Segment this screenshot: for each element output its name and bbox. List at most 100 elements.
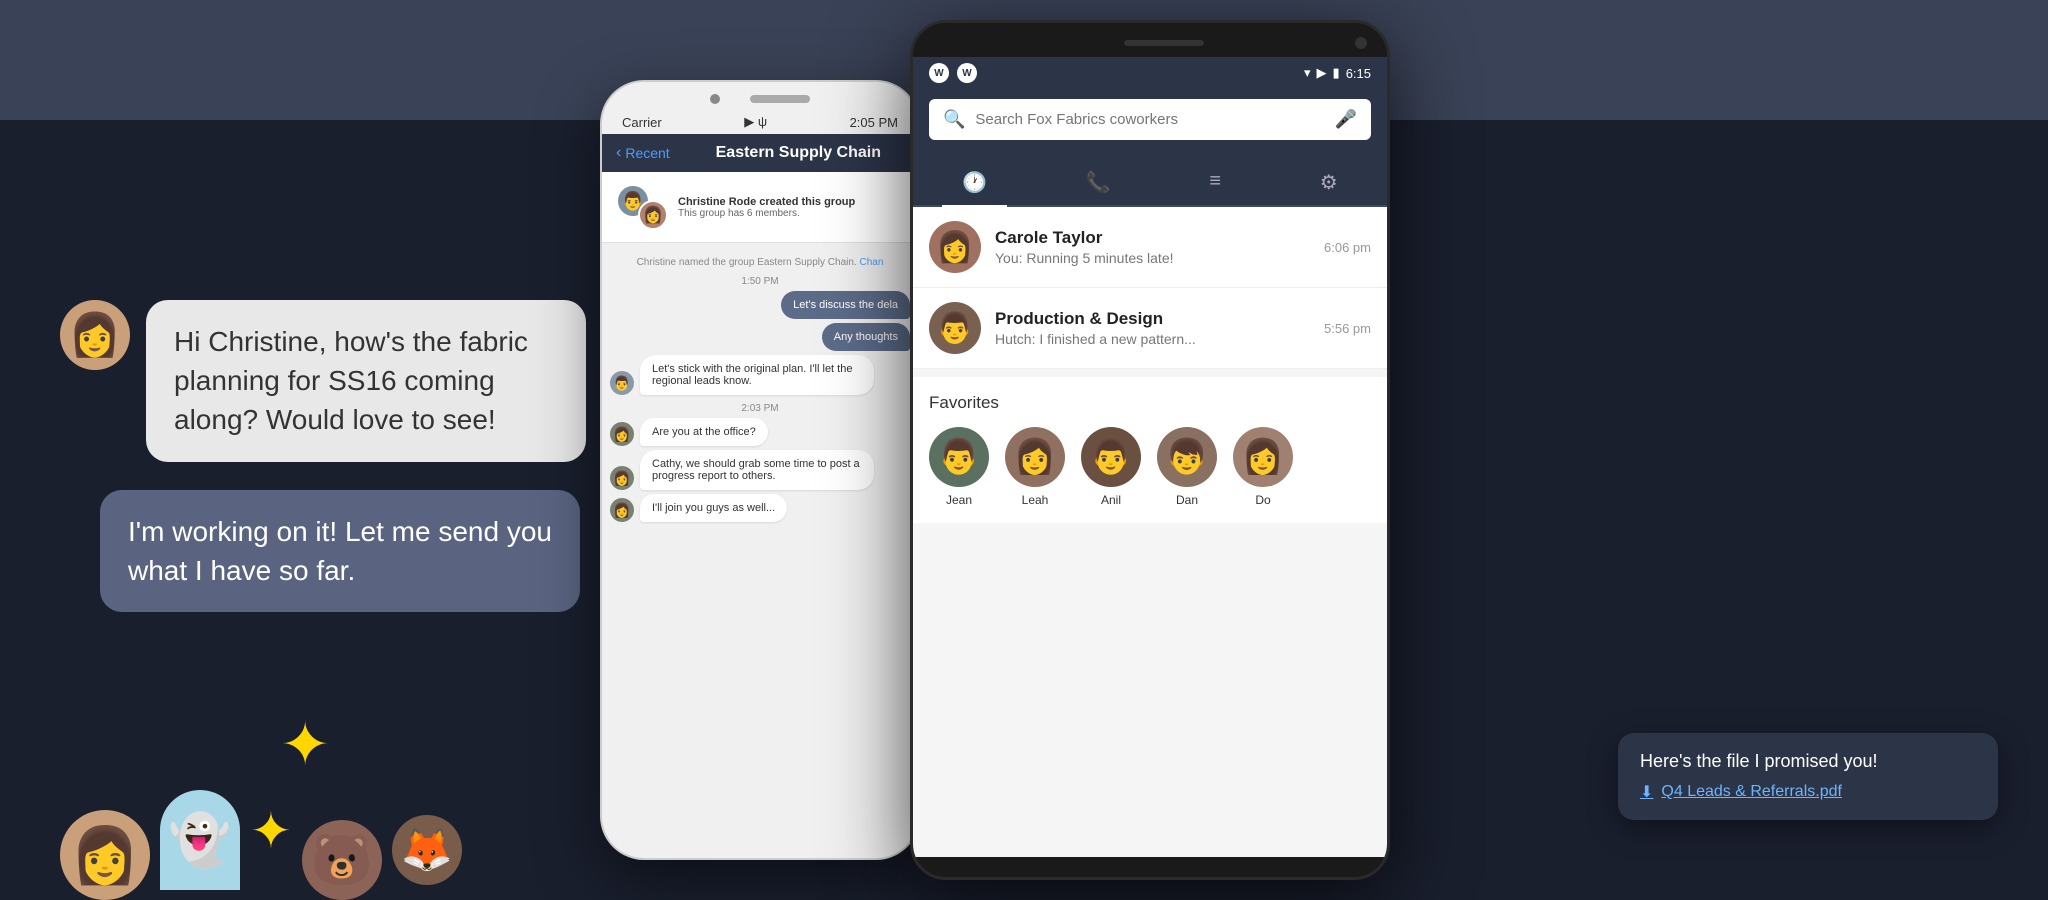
android-status-right: ▾ ▶ ▮ 6:15 [1304,65,1371,81]
search-icon: 🔍 [943,109,965,130]
conv-time-carole: 6:06 pm [1324,240,1371,255]
conversation-item-carole[interactable]: 👩 Carole Taylor You: Running 5 minutes l… [913,207,1387,288]
msg-left-3: 👩 Cathy, we should grab some time to pos… [610,450,910,490]
msg-bubble-right-1: Let's discuss the dela [781,291,910,319]
msg-left-1: 👨 Let's stick with the original plan. I'… [610,355,910,395]
fav-item-do[interactable]: 👩 Do [1233,427,1293,507]
fav-avatar-do: 👩 [1233,427,1293,487]
iphone-nav-bar: ‹ Recent Eastern Supply Chain [602,134,918,172]
android-search-section: 🔍 🎤 [913,89,1387,150]
conv-avatar-prod: 👨 [929,302,981,354]
sender-avatar-emoji: 👩 [69,311,121,360]
android-logo-2: W [957,63,977,83]
group-info: Christine Rode created this group This g… [678,196,855,219]
signal-icon: ▶ [1317,65,1327,81]
group-avatars: 👨 👩 [616,184,668,230]
character-sparkle: ✦ [250,802,292,860]
fav-name-leah: Leah [1022,493,1049,507]
android-speaker [1124,40,1204,46]
fav-item-dan[interactable]: 👦 Dan [1157,427,1217,507]
character-bear2: 🦊 [392,815,462,885]
iphone-nav-back[interactable]: Recent [625,145,669,161]
time-label-2: 2:03 PM [610,403,910,414]
android-logo-1: W [929,63,949,83]
fav-avatar-anil: 👨 [1081,427,1141,487]
system-message: Christine named the group Eastern Supply… [610,257,910,268]
woman-emoji: 👩 [71,823,139,888]
tab-list[interactable]: ≡ [1189,162,1241,205]
iphone-wifi: ▶ ψ [744,114,767,130]
battery-icon: ▮ [1333,65,1340,81]
conv-preview-prod: Hutch: I finished a new pattern... [995,331,1310,347]
fav-item-leah[interactable]: 👩 Leah [1005,427,1065,507]
conv-info-prod: Production & Design Hutch: I finished a … [995,309,1310,347]
scene: 👩 Hi Christine, how's the fabric plannin… [0,0,2048,900]
tab-settings[interactable]: ⚙ [1300,162,1358,205]
iphone-carrier: Carrier [622,115,662,130]
fav-avatar-dan: 👦 [1157,427,1217,487]
msg-left-2: 👩 Are you at the office? [610,418,910,446]
file-name[interactable]: Q4 Leads & Referrals.pdf [1661,783,1842,801]
fav-item-jean[interactable]: 👨 Jean [929,427,989,507]
iphone-group-header: 👨 👩 Christine Rode created this group Th… [602,172,918,243]
msg-bubble-right-2: Any thoughts [822,323,910,351]
bear1-emoji: 🐻 [311,831,373,890]
iphone-messages: Christine named the group Eastern Supply… [602,243,918,803]
fav-avatar-jean: 👨 [929,427,989,487]
msg-left-4: 👩 I'll join you guys as well... [610,494,910,522]
microphone-icon[interactable]: 🎤 [1335,109,1357,130]
msg-right-1: Let's discuss the dela [610,291,910,319]
fav-name-dan: Dan [1176,493,1198,507]
msg-left-avatar-2: 👩 [610,422,634,446]
conv-avatar-carole: 👩 [929,221,981,273]
group-created-text: Christine Rode created this group [678,196,855,208]
conversation-item-prod[interactable]: 👨 Production & Design Hutch: I finished … [913,288,1387,369]
tab-history[interactable]: 🕐 [942,162,1007,205]
characters-row: 👩 👻 ✦ 🐻 🦊 [60,790,462,900]
fav-name-do: Do [1255,493,1270,507]
wifi-icon: ▾ [1304,65,1311,81]
conv-info-carole: Carole Taylor You: Running 5 minutes lat… [995,228,1310,266]
android-content: 👩 Carole Taylor You: Running 5 minutes l… [913,207,1387,857]
fav-avatar-leah: 👩 [1005,427,1065,487]
character-bear1: 🐻 [302,820,382,900]
iphone-device: Carrier ▶ ψ 2:05 PM ‹ Recent Eastern Sup… [600,80,920,860]
outgoing-bubble: I'm working on it! Let me send you what … [100,490,640,612]
android-search-bar[interactable]: 🔍 🎤 [929,99,1371,140]
conv-name-prod: Production & Design [995,309,1310,329]
back-arrow-icon[interactable]: ‹ [616,144,621,162]
incoming-bubble: 👩 Hi Christine, how's the fabric plannin… [60,300,640,462]
time-label-1: 1:50 PM [610,276,910,287]
ghost-emoji: 👻 [169,811,231,870]
android-device: W W ▾ ▶ ▮ 6:15 🔍 🎤 🕐 📞 [910,20,1390,880]
msg-bubble-left-2: Are you at the office? [640,418,768,446]
favorites-title: Favorites [929,393,1371,413]
android-top [913,23,1387,57]
group-members-text: This group has 6 members. [678,208,855,219]
download-icon: ⬇ [1640,782,1653,802]
fav-name-anil: Anil [1101,493,1121,507]
msg-left-avatar-4: 👩 [610,498,634,522]
msg-bubble-left-4: I'll join you guys as well... [640,494,787,522]
fav-item-anil[interactable]: 👨 Anil [1081,427,1141,507]
character-woman: 👩 [60,810,150,900]
iphone-nav-title: Eastern Supply Chain [716,144,881,162]
android-camera [1355,37,1367,49]
bear2-emoji: 🦊 [401,826,453,875]
outgoing-bubble-text: I'm working on it! Let me send you what … [100,490,580,612]
favorites-row: 👨 Jean 👩 Leah 👨 Anil 👦 Dan [929,427,1371,507]
file-notif-link[interactable]: ⬇ Q4 Leads & Referrals.pdf [1640,782,1976,802]
tab-phone[interactable]: 📞 [1066,162,1131,205]
iphone-time: 2:05 PM [850,115,898,130]
file-notif-message: Here's the file I promised you! [1640,751,1976,772]
iphone-status-bar: Carrier ▶ ψ 2:05 PM [602,110,918,134]
character-ghost: 👻 [160,790,240,890]
android-status-left: W W [929,63,977,83]
msg-bubble-left-1: Let's stick with the original plan. I'll… [640,355,874,395]
search-input[interactable] [975,111,1324,128]
star-decoration: ✦ [280,710,330,780]
system-link[interactable]: Chan [860,257,884,268]
android-tabs: 🕐 📞 ≡ ⚙ [913,150,1387,207]
msg-left-avatar-1: 👨 [610,371,634,395]
favorites-section: Favorites 👨 Jean 👩 Leah 👨 Anil [913,377,1387,523]
